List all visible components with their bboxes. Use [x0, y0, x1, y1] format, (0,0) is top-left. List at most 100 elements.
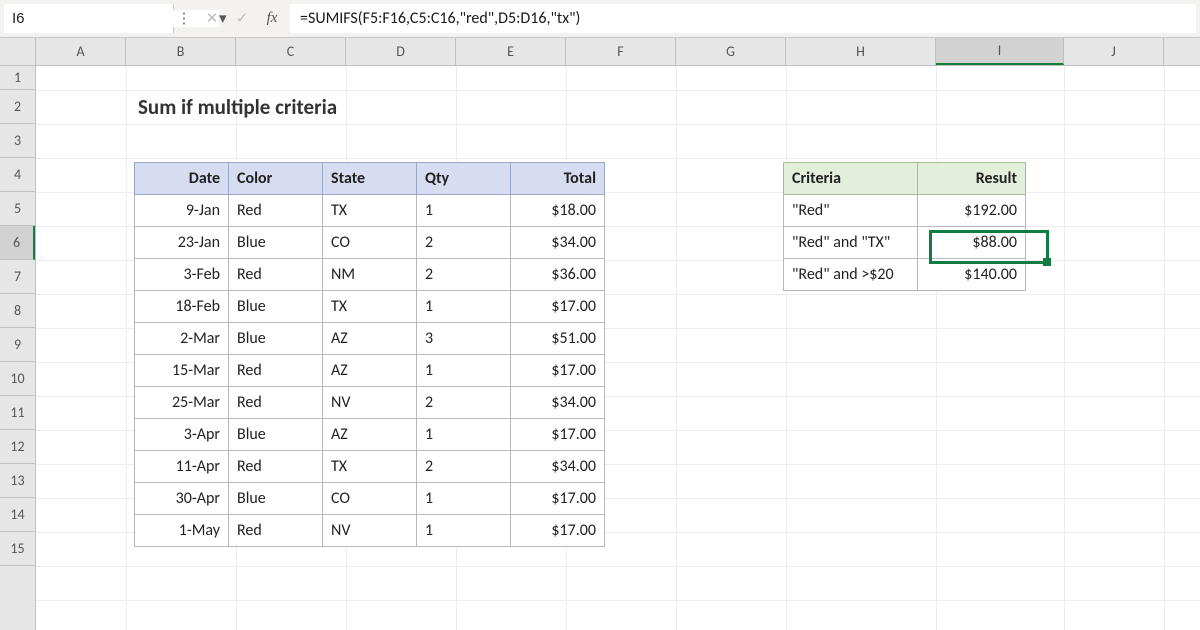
row-header-13[interactable]: 13 [0, 464, 35, 498]
cell-qty[interactable]: 3 [417, 323, 511, 355]
cell-total[interactable]: $36.00 [511, 259, 605, 291]
cell-color[interactable]: Red [229, 387, 323, 419]
row-header-9[interactable]: 9 [0, 328, 35, 362]
cell-total[interactable]: $17.00 [511, 515, 605, 547]
column-header-F[interactable]: F [566, 38, 676, 65]
formula-input[interactable]: =SUMIFS(F5:F16,C5:C16,"red",D5:D16,"tx") [290, 4, 1196, 33]
fill-handle[interactable] [1043, 258, 1051, 266]
cell-color[interactable]: Red [229, 515, 323, 547]
cell-state[interactable]: CO [323, 227, 417, 259]
cell-total[interactable]: $17.00 [511, 291, 605, 323]
row-header-3[interactable]: 3 [0, 124, 35, 158]
row-header-8[interactable]: 8 [0, 294, 35, 328]
cell-qty[interactable]: 1 [417, 291, 511, 323]
cell-state[interactable]: TX [323, 195, 417, 227]
row-header-10[interactable]: 10 [0, 362, 35, 396]
cell-date[interactable]: 9-Jan [135, 195, 229, 227]
cell-date[interactable]: 23-Jan [135, 227, 229, 259]
cell-qty[interactable]: 2 [417, 451, 511, 483]
column-header-B[interactable]: B [126, 38, 236, 65]
row-header-6[interactable]: 6 [0, 226, 35, 260]
cell-result[interactable]: $140.00 [918, 259, 1026, 291]
cell-result[interactable]: $192.00 [918, 195, 1026, 227]
row-header-7[interactable]: 7 [0, 260, 35, 294]
row-header-5[interactable]: 5 [0, 192, 35, 226]
cell-total[interactable]: $18.00 [511, 195, 605, 227]
cancel-icon[interactable]: ✕ [198, 5, 226, 33]
cell-date[interactable]: 15-Mar [135, 355, 229, 387]
cells-area[interactable]: Sum if multiple criteria Date Color Stat… [36, 66, 1200, 630]
cell-state[interactable]: AZ [323, 323, 417, 355]
cell-state[interactable]: TX [323, 451, 417, 483]
column-header-J[interactable]: J [1064, 38, 1164, 65]
cell-date[interactable]: 11-Apr [135, 451, 229, 483]
cell-qty[interactable]: 1 [417, 419, 511, 451]
cell-total[interactable]: $34.00 [511, 451, 605, 483]
row-header-14[interactable]: 14 [0, 498, 35, 532]
row-header-11[interactable]: 11 [0, 396, 35, 430]
cell-criteria[interactable]: "Red" [784, 195, 918, 227]
cell-color[interactable]: Blue [229, 227, 323, 259]
col-header-date[interactable]: Date [135, 163, 229, 195]
cell-total[interactable]: $17.00 [511, 419, 605, 451]
cell-total[interactable]: $34.00 [511, 387, 605, 419]
cell-date[interactable]: 30-Apr [135, 483, 229, 515]
cell-qty[interactable]: 2 [417, 387, 511, 419]
cell-qty[interactable]: 1 [417, 515, 511, 547]
cell-qty[interactable]: 1 [417, 195, 511, 227]
cell-criteria[interactable]: "Red" and "TX" [784, 227, 918, 259]
col-header-result[interactable]: Result [918, 163, 1026, 195]
row-header-4[interactable]: 4 [0, 158, 35, 192]
column-header-D[interactable]: D [346, 38, 456, 65]
column-header-A[interactable]: A [36, 38, 126, 65]
formula-bar-more-icon[interactable]: ⋮ [174, 0, 194, 37]
cell-state[interactable]: TX [323, 291, 417, 323]
cell-color[interactable]: Blue [229, 291, 323, 323]
cell-state[interactable]: NV [323, 387, 417, 419]
cell-total[interactable]: $51.00 [511, 323, 605, 355]
cell-date[interactable]: 1-May [135, 515, 229, 547]
cell-state[interactable]: CO [323, 483, 417, 515]
cell-color[interactable]: Blue [229, 323, 323, 355]
fx-icon[interactable]: fx [258, 5, 286, 33]
col-header-state[interactable]: State [323, 163, 417, 195]
cell-result[interactable]: $88.00 [918, 227, 1026, 259]
cell-state[interactable]: AZ [323, 419, 417, 451]
cell-qty[interactable]: 1 [417, 355, 511, 387]
cell-state[interactable]: AZ [323, 355, 417, 387]
cell-color[interactable]: Red [229, 259, 323, 291]
col-header-qty[interactable]: Qty [417, 163, 511, 195]
col-header-color[interactable]: Color [229, 163, 323, 195]
cell-date[interactable]: 25-Mar [135, 387, 229, 419]
enter-icon[interactable]: ✓ [228, 5, 256, 33]
cell-color[interactable]: Red [229, 195, 323, 227]
col-header-total[interactable]: Total [511, 163, 605, 195]
cell-state[interactable]: NM [323, 259, 417, 291]
column-header-C[interactable]: C [236, 38, 346, 65]
column-header-E[interactable]: E [456, 38, 566, 65]
cell-qty[interactable]: 2 [417, 259, 511, 291]
cell-color[interactable]: Red [229, 355, 323, 387]
cell-total[interactable]: $17.00 [511, 355, 605, 387]
cell-state[interactable]: NV [323, 515, 417, 547]
select-all-corner[interactable] [0, 38, 36, 65]
column-header-I[interactable]: I [936, 38, 1064, 65]
cell-color[interactable]: Blue [229, 483, 323, 515]
cell-qty[interactable]: 1 [417, 483, 511, 515]
cell-qty[interactable]: 2 [417, 227, 511, 259]
row-header-2[interactable]: 2 [0, 90, 35, 124]
row-header-1[interactable]: 1 [0, 66, 35, 90]
cell-color[interactable]: Blue [229, 419, 323, 451]
cell-date[interactable]: 18-Feb [135, 291, 229, 323]
cell-color[interactable]: Red [229, 451, 323, 483]
column-header-H[interactable]: H [786, 38, 936, 65]
cell-total[interactable]: $17.00 [511, 483, 605, 515]
cell-date[interactable]: 3-Feb [135, 259, 229, 291]
col-header-criteria[interactable]: Criteria [784, 163, 918, 195]
row-header-12[interactable]: 12 [0, 430, 35, 464]
column-header-G[interactable]: G [676, 38, 786, 65]
cell-date[interactable]: 3-Apr [135, 419, 229, 451]
cell-criteria[interactable]: "Red" and >$20 [784, 259, 918, 291]
cell-date[interactable]: 2-Mar [135, 323, 229, 355]
row-header-15[interactable]: 15 [0, 532, 35, 566]
